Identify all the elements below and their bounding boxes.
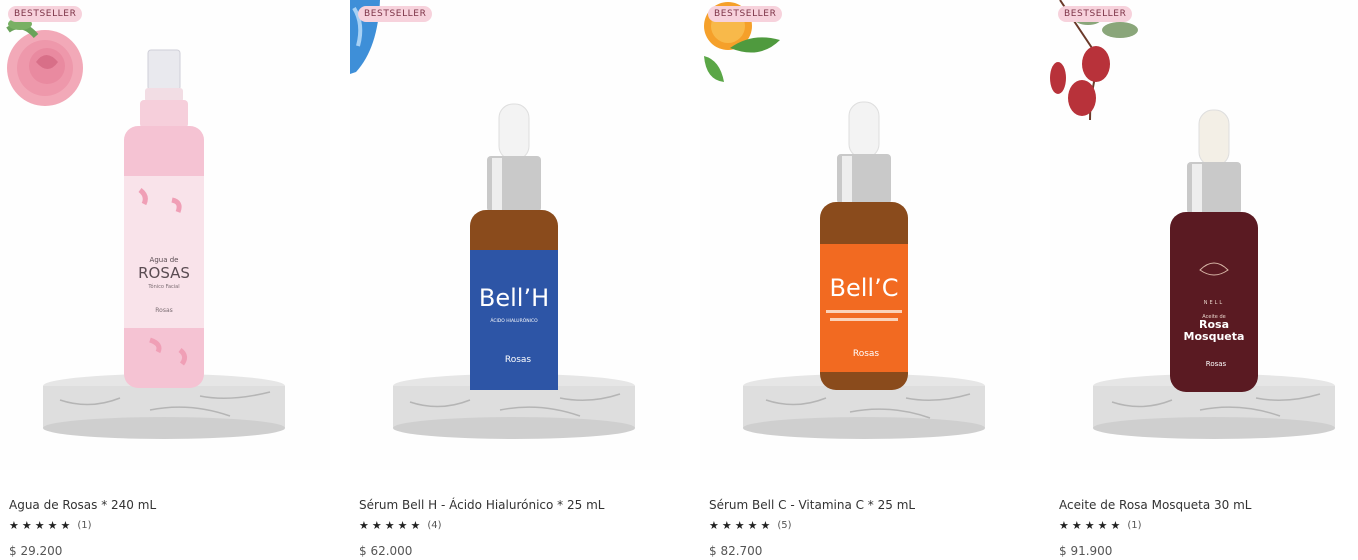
product-image[interactable]: BESTSELLER xyxy=(0,0,330,470)
svg-text:Bell’C: Bell’C xyxy=(830,274,899,302)
star-icon: ★ xyxy=(359,519,369,532)
product-price: $ 29.200 xyxy=(9,544,63,558)
star-icon: ★ xyxy=(34,519,45,532)
product-card-agua-de-rosas[interactable]: BESTSELLER Agua de ROSAS Tónico Facial R… xyxy=(0,0,330,560)
star-icon: ★ xyxy=(747,519,758,532)
svg-text:Rosas: Rosas xyxy=(853,349,880,359)
bestseller-badge: BESTSELLER xyxy=(1058,6,1133,22)
product-card-serum-bell-c[interactable]: BESTSELLER Bell’C Rosas Sérum Bell C - V… xyxy=(700,0,1030,560)
product-illustration: Agua de ROSAS Tónico Facial Rosas xyxy=(6,18,285,439)
product-illustration: Bell’C Rosas xyxy=(704,2,985,439)
star-rating: ★ ★ ★ ★ ★ xyxy=(359,520,420,531)
svg-text:Tónico Facial: Tónico Facial xyxy=(147,283,179,290)
product-price: $ 82.700 xyxy=(709,544,763,558)
review-count: (1) xyxy=(1127,520,1142,531)
dropper-bottle: NELL Aceite de Rosa Mosqueta Rosas xyxy=(1170,109,1258,392)
product-image[interactable]: BESTSELLER xyxy=(1050,0,1358,470)
product-illustration: NELL Aceite de Rosa Mosqueta Rosas xyxy=(1050,0,1335,439)
review-count: (4) xyxy=(427,520,442,531)
product-card-aceite-rosa-mosqueta[interactable]: BESTSELLER NELL Aceite de Rosa Mosqueta … xyxy=(1050,0,1358,560)
star-icon: ★ xyxy=(47,519,58,532)
svg-text:Rosas: Rosas xyxy=(155,307,173,314)
star-icon: ★ xyxy=(709,519,719,532)
star-icon: ★ xyxy=(371,519,382,532)
bestseller-badge: BESTSELLER xyxy=(8,6,83,22)
bestseller-badge: BESTSELLER xyxy=(358,6,433,22)
svg-text:Rosas: Rosas xyxy=(505,355,532,365)
product-title[interactable]: Sérum Bell C - Vitamina C * 25 mL xyxy=(709,498,915,512)
product-rating: ★ ★ ★ ★ ★ (1) xyxy=(1059,520,1142,531)
rose-flower-image xyxy=(6,18,83,106)
review-count: (1) xyxy=(77,520,92,531)
star-icon: ★ xyxy=(9,519,19,532)
svg-text:ÁCIDO HIALURÓNICO: ÁCIDO HIALURÓNICO xyxy=(490,317,538,324)
star-icon: ★ xyxy=(721,519,732,532)
star-icon: ★ xyxy=(384,519,395,532)
svg-text:NELL: NELL xyxy=(1204,300,1224,306)
svg-text:Rosas: Rosas xyxy=(1206,360,1227,368)
product-card-serum-bell-h[interactable]: BESTSELLER Bell’H ÁCIDO HIALURÓNICO Rosa… xyxy=(350,0,680,560)
product-title[interactable]: Agua de Rosas * 240 mL xyxy=(9,498,156,512)
star-icon: ★ xyxy=(60,519,71,532)
product-image[interactable]: BESTSELLER Bell’H ÁCIDO HIALURÓNICO Rosa… xyxy=(350,0,680,470)
star-icon: ★ xyxy=(734,519,745,532)
star-icon: ★ xyxy=(1084,519,1095,532)
star-icon: ★ xyxy=(410,519,421,532)
star-rating: ★ ★ ★ ★ ★ xyxy=(1059,520,1120,531)
dropper-bottle: Bell’C Rosas xyxy=(820,101,908,390)
product-illustration: Bell’H ÁCIDO HIALURÓNICO Rosas xyxy=(350,0,635,439)
star-icon: ★ xyxy=(21,519,32,532)
product-title[interactable]: Aceite de Rosa Mosqueta 30 mL xyxy=(1059,498,1251,512)
bestseller-badge: BESTSELLER xyxy=(708,6,783,22)
star-icon: ★ xyxy=(760,519,771,532)
svg-text:Mosqueta: Mosqueta xyxy=(1184,330,1245,343)
star-rating: ★ ★ ★ ★ ★ xyxy=(709,520,770,531)
review-count: (5) xyxy=(777,520,792,531)
spray-bottle: Agua de ROSAS Tónico Facial Rosas xyxy=(124,49,204,388)
svg-text:Agua de: Agua de xyxy=(150,256,179,264)
product-rating: ★ ★ ★ ★ ★ (4) xyxy=(359,520,442,531)
dropper-bottle: Bell’H ÁCIDO HIALURÓNICO Rosas xyxy=(470,103,558,390)
product-grid: BESTSELLER Agua de ROSAS Tónico Facial R… xyxy=(0,0,1358,560)
star-icon: ★ xyxy=(1110,519,1121,532)
product-rating: ★ ★ ★ ★ ★ (1) xyxy=(9,520,92,531)
product-rating: ★ ★ ★ ★ ★ (5) xyxy=(709,520,792,531)
product-price: $ 91.900 xyxy=(1059,544,1113,558)
svg-text:ROSAS: ROSAS xyxy=(138,264,190,282)
star-icon: ★ xyxy=(397,519,408,532)
product-title[interactable]: Sérum Bell H - Ácido Hialurónico * 25 mL xyxy=(359,498,604,512)
star-icon: ★ xyxy=(1059,519,1069,532)
product-price: $ 62.000 xyxy=(359,544,413,558)
product-image[interactable]: BESTSELLER xyxy=(700,0,1030,470)
star-icon: ★ xyxy=(1071,519,1082,532)
star-rating: ★ ★ ★ ★ ★ xyxy=(9,520,70,531)
svg-text:Bell’H: Bell’H xyxy=(479,284,549,312)
star-icon: ★ xyxy=(1097,519,1108,532)
